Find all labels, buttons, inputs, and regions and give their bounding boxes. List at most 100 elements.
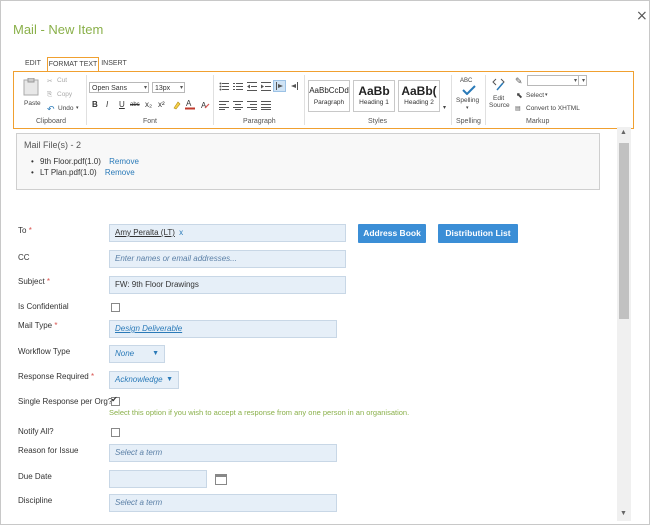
font-family-select[interactable]: Open Sans ▾ [89, 82, 149, 93]
group-label-font: Font [143, 118, 158, 125]
strikethrough-button[interactable]: abc [130, 102, 140, 108]
chevron-down-icon[interactable]: ▾ [443, 104, 446, 111]
align-center-icon[interactable] [233, 101, 243, 110]
tab-format-text[interactable]: FORMAT TEXT [47, 57, 99, 72]
copy-icon[interactable]: ⎘ [47, 91, 52, 99]
align-left-icon[interactable] [219, 101, 229, 110]
subject-label: Subject * [18, 277, 50, 286]
scrollbar[interactable]: ▲ ▼ [617, 127, 631, 521]
outdent-icon[interactable] [247, 82, 257, 91]
spelling-check-icon [462, 85, 476, 95]
align-right-icon[interactable] [247, 101, 257, 110]
italic-button[interactable]: I [106, 100, 108, 109]
address-book-button[interactable]: Address Book [358, 224, 426, 243]
style-heading-1[interactable]: AaBb Heading 1 [353, 80, 395, 112]
font-size-select[interactable]: 13px ▾ [152, 82, 185, 93]
cc-label: CC [18, 253, 30, 262]
justify-icon[interactable] [261, 101, 271, 110]
remove-link[interactable]: Remove [105, 168, 135, 177]
attachment-heading: Mail File(s) - 2 [24, 140, 82, 150]
cc-input[interactable]: Enter names or email addresses... [109, 250, 346, 268]
single-response-checkbox[interactable] [111, 395, 120, 406]
due-date-input[interactable] [109, 470, 207, 488]
discipline-input[interactable]: Select a term [109, 494, 337, 512]
chevron-down-icon: ▾ [143, 85, 147, 91]
cut-icon[interactable]: ✂ [47, 77, 52, 85]
svg-text:A: A [201, 101, 207, 110]
bullet-list-icon[interactable] [219, 82, 229, 91]
dialog-title: Mail - New Item [13, 22, 104, 37]
markup-style-select[interactable]: ▾ [527, 75, 579, 86]
numbered-list-icon[interactable] [233, 82, 243, 91]
required-mark: * [46, 277, 51, 286]
response-required-label: Response Required * [18, 372, 94, 381]
mail-type-field[interactable]: Design Deliverable [109, 320, 337, 338]
scroll-up-icon[interactable]: ▲ [620, 129, 627, 136]
undo-label[interactable]: Undo [58, 105, 74, 112]
to-field[interactable]: Amy Peralta (LT) x [109, 224, 346, 242]
style-heading-2[interactable]: AaBb( Heading 2 [398, 80, 440, 112]
mail-type-label: Mail Type * [18, 321, 57, 330]
convert-xhtml-label[interactable]: Convert to XHTML [526, 105, 580, 112]
style-name: Paragraph [313, 99, 345, 106]
group-label-paragraph: Paragraph [243, 118, 276, 125]
markup-style-dropdown[interactable]: ▾ [579, 75, 587, 86]
select-cursor-icon[interactable]: ⬉ [516, 91, 523, 100]
convert-icon[interactable]: ▤ [515, 105, 521, 112]
indent-icon[interactable] [261, 82, 271, 91]
font-family-value: Open Sans [92, 85, 128, 92]
remove-link[interactable]: Remove [109, 157, 139, 166]
subscript-button[interactable]: x₂ [145, 100, 152, 109]
spelling-button[interactable]: ABC Spelling ▾ [454, 77, 484, 115]
copy-label[interactable]: Copy [57, 91, 72, 98]
edit-source-label-1: Edit [493, 95, 505, 102]
required-mark: * [90, 372, 95, 381]
reason-input[interactable]: Select a term [109, 444, 337, 462]
divider [86, 75, 87, 125]
distribution-list-button[interactable]: Distribution List [438, 224, 518, 243]
spelling-label: Spelling [456, 97, 480, 104]
mail-type-value[interactable]: Design Deliverable [115, 324, 182, 333]
divider [213, 75, 214, 125]
notify-all-checkbox[interactable] [111, 428, 120, 437]
undo-icon[interactable]: ↶ [47, 104, 55, 115]
close-icon[interactable]: × [636, 8, 648, 24]
calendar-icon[interactable] [215, 474, 227, 485]
chevron-down-icon: ▾ [581, 78, 585, 84]
response-required-value: Acknowledge [115, 375, 163, 384]
chevron-down-icon[interactable]: ▾ [76, 105, 79, 111]
confidential-checkbox[interactable] [111, 303, 120, 312]
subject-input[interactable]: FW: 9th Floor Drawings [109, 276, 346, 294]
scroll-down-icon[interactable]: ▼ [620, 510, 627, 517]
tab-edit[interactable]: EDIT [22, 57, 44, 71]
group-label-spelling: Spelling [456, 118, 481, 125]
chevron-down-icon[interactable]: ▾ [545, 92, 548, 98]
divider [485, 75, 486, 125]
ltr-button[interactable] [273, 80, 286, 92]
style-picker-icon[interactable]: ✎ [515, 76, 523, 87]
remove-recipient-icon[interactable]: x [179, 228, 183, 237]
scrollbar-thumb[interactable] [619, 143, 629, 319]
response-required-select[interactable]: Acknowledge ▼ [109, 371, 179, 389]
required-mark: * [54, 321, 58, 330]
bold-button[interactable]: B [92, 100, 98, 109]
superscript-button[interactable]: x² [158, 100, 165, 109]
paste-button[interactable]: Paste [19, 78, 43, 114]
select-label[interactable]: Select [526, 92, 544, 99]
underline-button[interactable]: U [119, 100, 125, 109]
tab-insert[interactable]: INSERT [99, 57, 129, 71]
font-color-icon[interactable]: A [185, 99, 195, 110]
highlight-icon[interactable] [172, 100, 182, 110]
paste-label: Paste [24, 100, 41, 107]
style-paragraph[interactable]: AaBbCcDd Paragraph [308, 80, 350, 112]
edit-source-button[interactable]: Edit Source [488, 77, 512, 115]
paste-icon [23, 78, 39, 96]
attachment-file-name: 9th Floor.pdf(1.0) [40, 157, 101, 166]
svg-text:A: A [186, 99, 192, 108]
workflow-type-select[interactable]: None ▼ [109, 345, 165, 363]
rtl-icon[interactable] [290, 82, 299, 90]
clear-format-icon[interactable]: A [200, 100, 210, 110]
cut-label[interactable]: Cut [57, 77, 67, 84]
recipient-token[interactable]: Amy Peralta (LT) [115, 228, 175, 237]
edit-source-icon [492, 78, 505, 91]
